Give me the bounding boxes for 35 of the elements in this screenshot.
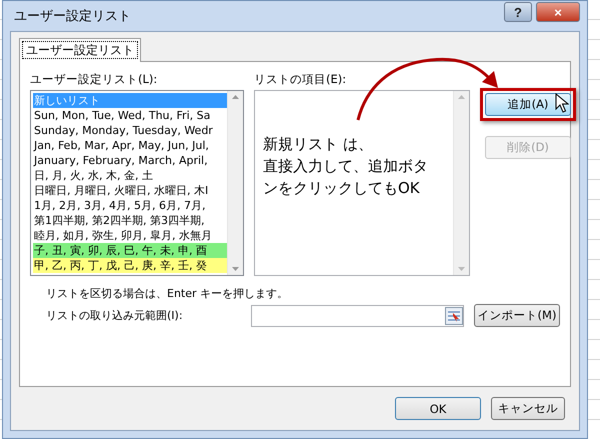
dialog-button[interactable]: キャンセル [491, 397, 565, 420]
list-item[interactable]: 日, 月, 火, 水, 木, 金, 土 [33, 168, 227, 183]
list-item[interactable]: 日曜日, 月曜日, 火曜日, 水曜日, 木I [33, 183, 227, 198]
list-item[interactable]: 睦月, 如月, 弥生, 卯月, 皐月, 水無月 [33, 228, 227, 243]
list-item[interactable]: 子, 丑, 寅, 卯, 辰, 巳, 午, 未, 申, 酉 [33, 243, 227, 258]
list-item[interactable]: 1月, 2月, 3月, 4月, 5月, 6月, 7月, [33, 198, 227, 213]
close-button[interactable]: × [536, 2, 580, 22]
scroll-up-icon[interactable] [458, 95, 465, 99]
scrollbar[interactable] [227, 91, 243, 275]
help-button[interactable]: ? [504, 2, 532, 22]
import-label: リストの取り込み元範囲(I): [45, 308, 184, 323]
window-title: ユーザー設定リスト [13, 8, 132, 25]
list-item[interactable]: January, February, March, April, [33, 153, 227, 168]
list-action-button[interactable]: 追加(A) [485, 93, 571, 116]
callout-text: 新規リスト は、 [263, 134, 374, 155]
callout-text: 直接入力して、追加ボタ [263, 156, 429, 177]
list-item[interactable]: 甲, 乙, 丙, 丁, 戊, 己, 庚, 辛, 壬, 癸 [33, 258, 227, 273]
scroll-down-icon[interactable] [458, 267, 465, 271]
entries-label: リストの項目(E): [254, 72, 348, 87]
list-label: ユーザー設定リスト(L): [30, 72, 158, 87]
list-item[interactable]: Sun, Mon, Tue, Wed, Thu, Fri, Sa [33, 108, 227, 123]
range-input-field[interactable] [251, 304, 464, 326]
range-select-icon[interactable] [445, 306, 464, 324]
list-entries-field[interactable]: 新規リスト は、 直接入力して、追加ボタ ンをクリックしてもOK [254, 90, 470, 276]
tab[interactable]: ユーザー設定リスト [19, 38, 141, 62]
callout-text: ンをクリックしてもOK [263, 178, 421, 199]
dialog-button[interactable]: OK [395, 397, 481, 420]
list-item[interactable]: 第1四半期, 第2四半期, 第3四半期, [33, 213, 227, 228]
list-item[interactable]: Jan, Feb, Mar, Apr, May, Jun, Jul, [33, 138, 227, 153]
scrollbar[interactable] [453, 91, 469, 275]
scroll-up-icon[interactable] [232, 95, 239, 99]
hint-text: リストを区切る場合は、Enter キーを押します。 [46, 286, 290, 301]
scroll-down-icon[interactable] [232, 267, 239, 271]
list-item[interactable]: Sunday, Monday, Tuesday, Wedr [33, 123, 227, 138]
import-button[interactable]: インポート(M) [474, 304, 560, 327]
